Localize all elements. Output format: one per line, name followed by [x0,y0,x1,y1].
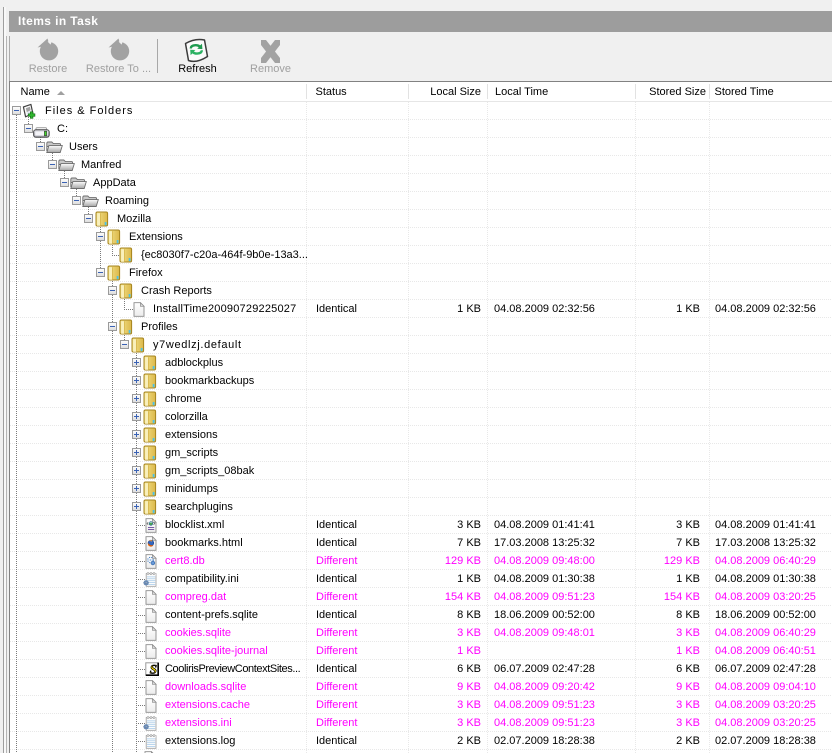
svg-text:S: S [149,662,156,676]
